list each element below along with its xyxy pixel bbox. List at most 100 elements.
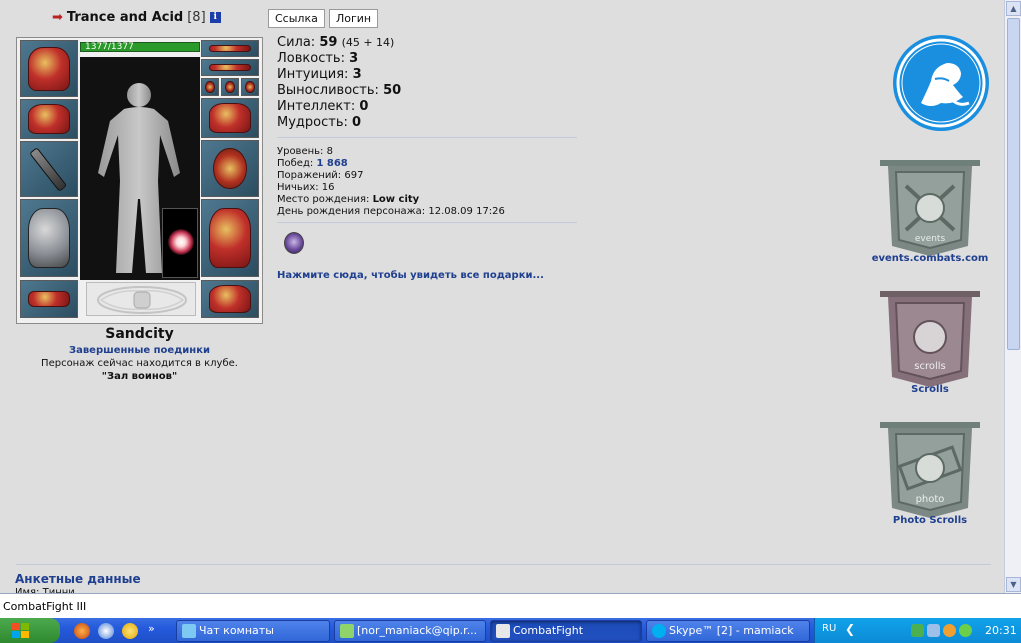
shield-slot[interactable] <box>201 140 259 197</box>
fist-emblem-icon <box>97 286 187 314</box>
tray-app-icon[interactable] <box>927 624 940 637</box>
gift-icon[interactable] <box>284 232 304 254</box>
divider <box>277 137 577 138</box>
profile-page: ➡ Trance and Acid [8] i Ссылка Логин 137… <box>0 0 1004 593</box>
start-button[interactable] <box>0 618 60 643</box>
bracers-slot[interactable] <box>20 99 78 139</box>
aquarius-logo-icon[interactable] <box>891 33 991 133</box>
magic-orb-icon <box>168 229 194 255</box>
svg-text:photo: photo <box>916 494 945 505</box>
events-link[interactable]: events.combats.com <box>860 253 1000 264</box>
chat-icon <box>182 624 196 638</box>
info-icon[interactable]: i <box>209 12 221 23</box>
leggings-icon <box>208 207 252 269</box>
divider <box>16 564 991 565</box>
location-name: Sandcity <box>105 326 174 342</box>
combatfight-icon <box>496 624 510 638</box>
photo-banner-icon[interactable]: photo <box>878 420 982 518</box>
finished-fights-link[interactable]: Завершенные поединки <box>16 345 263 356</box>
chevron-left-icon[interactable]: ❮ <box>845 622 855 636</box>
stat-row: Мудрость: 0 <box>277 115 362 130</box>
character-info: Уровень: 8 Побед: 1 868 Поражений: 697 Н… <box>277 146 505 218</box>
taskbar: » Чат комнаты [nor_maniack@qip.r... Comb… <box>0 618 1021 643</box>
belt-slot[interactable] <box>20 280 78 318</box>
belt-icon <box>27 291 71 307</box>
stats-list: Сила: 59 (45 + 14) Ловкость: 3 Интуиция:… <box>277 35 401 131</box>
task-qip[interactable]: [nor_maniack@qip.r... <box>334 620 486 642</box>
bracers-icon <box>27 103 71 135</box>
gifts-link[interactable]: Нажмите сюда, чтобы увидеть все подарки.… <box>277 270 544 281</box>
gloves-slot[interactable] <box>201 98 259 138</box>
skype-icon <box>652 624 666 638</box>
task-room-chat[interactable]: Чат комнаты <box>176 620 330 642</box>
divider <box>277 222 577 223</box>
chevron-more-icon[interactable]: » <box>148 622 155 635</box>
tray-app-icon[interactable] <box>943 624 956 637</box>
ring-icon <box>225 80 235 94</box>
task-combatfight[interactable]: CombatFight <box>490 620 642 642</box>
icq-icon[interactable] <box>959 624 972 637</box>
svg-text:events: events <box>915 234 946 244</box>
fist-emblem <box>86 282 196 316</box>
character-level: [8] <box>187 10 206 25</box>
scroll-up-icon[interactable]: ▲ <box>1006 1 1021 16</box>
qip-icon <box>340 624 354 638</box>
login-button[interactable]: Логин <box>329 9 379 28</box>
system-tray: RU ❮ 20:31 <box>814 618 1021 643</box>
ring-slot-2[interactable] <box>221 78 239 96</box>
network-icon[interactable] <box>911 624 924 637</box>
scrolls-link[interactable]: Scrolls <box>860 384 1000 395</box>
boots-slot[interactable] <box>201 280 259 318</box>
info-row: Побед: 1 868 <box>277 158 348 169</box>
info-row: Ничьих: 16 <box>277 182 335 193</box>
ring-icon <box>245 80 255 94</box>
hp-bar: 1377/1377 <box>80 42 200 52</box>
stat-row: Интеллект: 0 <box>277 99 369 114</box>
events-banner-icon[interactable]: events <box>878 158 982 256</box>
task-skype[interactable]: Skype™ [2] - mamiack <box>646 620 810 642</box>
info-row: Поражений: 697 <box>277 170 364 181</box>
stat-row: Выносливость: 50 <box>277 83 402 98</box>
arrow-right-icon[interactable]: ➡ <box>52 10 63 25</box>
earring-slot[interactable] <box>201 40 259 57</box>
ring-slot-1[interactable] <box>201 78 219 96</box>
boots-icon <box>208 284 252 314</box>
character-header: ➡ Trance and Acid [8] i <box>52 10 221 25</box>
ring-icon <box>205 80 215 94</box>
profile-section-title: Анкетные данные <box>15 572 141 586</box>
orb-slot[interactable] <box>162 208 198 278</box>
stat-row: Сила: 59 (45 + 14) <box>277 35 395 50</box>
info-row: День рождения персонажа: 12.08.09 17:26 <box>277 206 505 217</box>
link-button[interactable]: Ссылка <box>268 9 325 28</box>
scrolls-banner-icon[interactable]: scrolls <box>878 289 982 387</box>
weapon-slot[interactable] <box>20 141 78 197</box>
svg-text:scrolls: scrolls <box>914 361 945 372</box>
helmet-icon <box>27 46 71 91</box>
smiley-icon[interactable] <box>122 623 138 639</box>
helmet-slot[interactable] <box>20 40 78 97</box>
info-row: Место рождения: Low city <box>277 194 420 205</box>
scroll-down-icon[interactable]: ▼ <box>1006 577 1021 592</box>
scroll-thumb[interactable] <box>1007 18 1020 350</box>
armor-slot[interactable] <box>20 199 78 277</box>
clock: 20:31 <box>985 624 1017 637</box>
ring-slot-3[interactable] <box>241 78 259 96</box>
necklace-slot[interactable] <box>201 59 259 76</box>
photo-scrolls-link[interactable]: Photo Scrolls <box>860 515 1000 526</box>
character-name: Trance and Acid <box>66 10 184 25</box>
language-indicator[interactable]: RU <box>822 623 836 634</box>
vertical-scrollbar[interactable]: ▲ ▼ <box>1004 0 1021 593</box>
window-title: CombatFight III <box>0 593 1021 618</box>
browser-icon[interactable] <box>98 623 114 639</box>
firefox-icon[interactable] <box>74 623 90 639</box>
club-status: Персонаж сейчас находится в клубе. <box>41 358 238 369</box>
stat-row: Интуиция: 3 <box>277 67 362 82</box>
earring-icon <box>208 45 252 52</box>
info-row: Уровень: 8 <box>277 146 333 157</box>
gloves-icon <box>208 102 252 134</box>
mace-icon <box>29 146 68 192</box>
wins-link[interactable]: 1 868 <box>316 158 347 169</box>
shield-icon <box>213 147 247 190</box>
leggings-slot[interactable] <box>201 199 259 277</box>
club-hall: "Зал воинов" <box>101 371 178 382</box>
